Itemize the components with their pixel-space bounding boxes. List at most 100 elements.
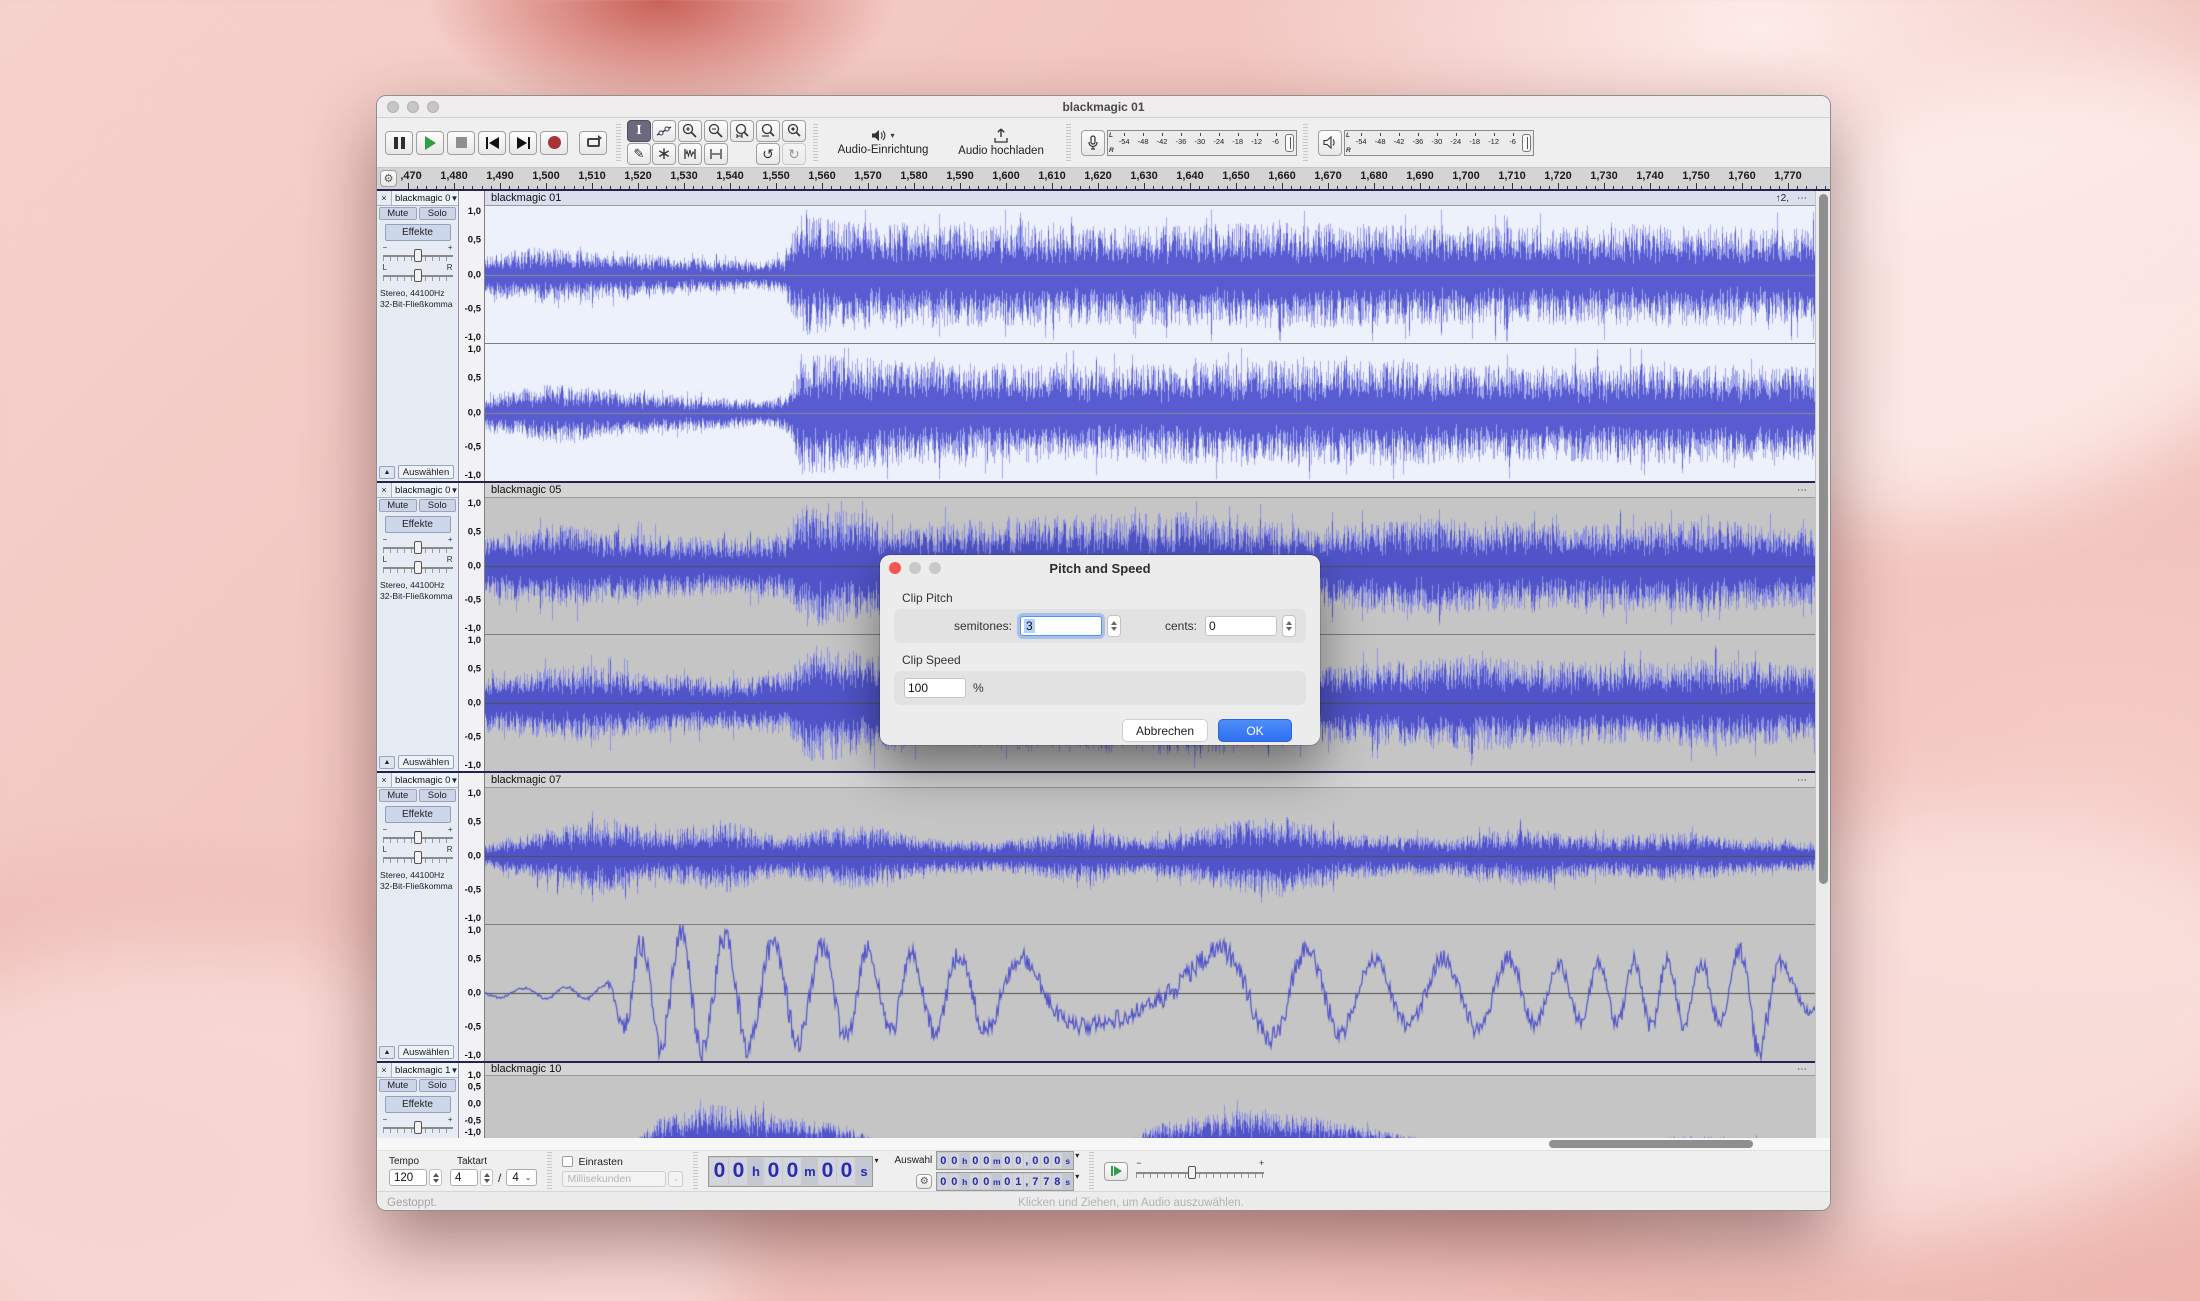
time-digit[interactable]: 0 xyxy=(818,1158,836,1185)
time-digit[interactable]: 0 xyxy=(764,1158,782,1185)
timeline-ruler[interactable]: ⚙ 1,4701,4801,4901,5001,5101,5201,5301,5… xyxy=(377,168,1830,191)
waveform-canvas[interactable] xyxy=(485,788,1815,924)
timeline-scale[interactable]: 1,4701,4801,4901,5001,5101,5201,5301,540… xyxy=(401,168,1830,189)
waveform-canvas[interactable] xyxy=(485,206,1815,343)
dialog-zoom-button[interactable] xyxy=(929,562,941,574)
track-close-button[interactable]: × xyxy=(377,483,392,498)
multi-tool-button[interactable]: ∗ xyxy=(652,143,676,165)
silence-audio-button[interactable] xyxy=(704,143,728,165)
envelope-tool-button[interactable] xyxy=(652,120,676,142)
time-digit[interactable]: 7 xyxy=(1041,1174,1051,1189)
speed-input[interactable]: 100 xyxy=(904,678,966,698)
pan-slider[interactable]: L R xyxy=(383,848,453,863)
time-digit[interactable]: 0 xyxy=(938,1153,948,1168)
audio-upload-button[interactable]: Audio hochladen xyxy=(942,121,1060,165)
tempo-input[interactable]: 120 xyxy=(389,1169,427,1186)
audio-position-display[interactable]: 00h00m00s xyxy=(708,1156,873,1187)
draw-tool-button[interactable]: ✎ xyxy=(627,143,651,165)
toolbar-gripper[interactable] xyxy=(616,124,621,162)
time-digit[interactable]: 0 xyxy=(729,1158,747,1185)
clip-header[interactable]: blackmagic 01 ↑2, ⋯ xyxy=(485,191,1815,206)
playback-speed-slider[interactable]: − + xyxy=(1136,1162,1264,1180)
snap-format-chevron[interactable]: ⌄ xyxy=(668,1171,683,1187)
mute-button[interactable]: Mute xyxy=(379,789,417,802)
selection-options-button[interactable]: ⚙ xyxy=(916,1174,932,1189)
solo-button[interactable]: Solo xyxy=(419,789,457,802)
pause-button[interactable] xyxy=(385,131,413,155)
timeline-options-button[interactable]: ⚙ xyxy=(380,170,397,187)
gain-slider[interactable]: − + xyxy=(383,538,453,553)
titlebar[interactable]: blackmagic 01 xyxy=(377,96,1830,118)
redo-button[interactable]: ↻ xyxy=(782,143,806,165)
mute-button[interactable]: Mute xyxy=(379,207,417,220)
track-name-dropdown[interactable]: blackmagic 0 ▼ xyxy=(392,191,458,206)
loop-button[interactable] xyxy=(579,131,607,155)
track-name-dropdown[interactable]: blackmagic 0 ▼ xyxy=(392,773,458,788)
play-button[interactable] xyxy=(416,131,444,155)
track-close-button[interactable]: × xyxy=(377,1063,392,1078)
horizontal-scrollbar-thumb[interactable] xyxy=(1549,1140,1753,1148)
selection-end-display[interactable]: 00h00m01,778s xyxy=(936,1172,1074,1191)
cents-input[interactable]: 0 xyxy=(1205,616,1277,636)
skip-end-button[interactable] xyxy=(509,131,537,155)
cancel-button[interactable]: Abbrechen xyxy=(1122,719,1208,742)
zoom-window-button[interactable] xyxy=(427,101,439,113)
solo-button[interactable]: Solo xyxy=(419,1079,457,1092)
snap-checkbox[interactable] xyxy=(562,1156,573,1167)
effects-button[interactable]: Effekte xyxy=(385,1096,451,1113)
collapse-track-button[interactable]: ▲ xyxy=(379,756,395,769)
gain-slider-thumb[interactable] xyxy=(414,541,422,554)
audio-setup-button[interactable]: ▾ Audio-Einrichtung xyxy=(824,121,942,165)
track-close-button[interactable]: × xyxy=(377,773,392,788)
effects-button[interactable]: Effekte xyxy=(385,806,451,823)
pan-slider-thumb[interactable] xyxy=(414,561,422,574)
time-digit[interactable]: 1 xyxy=(1013,1174,1023,1189)
time-digit[interactable]: 0 xyxy=(1002,1153,1012,1168)
semitones-stepper[interactable] xyxy=(1107,615,1121,637)
minimize-window-button[interactable] xyxy=(407,101,419,113)
time-digit[interactable]: 0 xyxy=(981,1153,991,1168)
time-digit[interactable]: 0 xyxy=(1052,1153,1062,1168)
time-digit[interactable]: 0 xyxy=(1030,1153,1040,1168)
selection-start-display[interactable]: 00h00m00,000s xyxy=(936,1151,1074,1170)
gain-slider-thumb[interactable] xyxy=(414,1121,422,1134)
track-close-button[interactable]: × xyxy=(377,191,392,206)
selection-tool-button[interactable]: I xyxy=(627,120,651,142)
time-digit[interactable]: 0 xyxy=(837,1158,855,1185)
clip-header[interactable]: blackmagic 05 ⋯ xyxy=(485,483,1815,498)
skip-start-button[interactable] xyxy=(478,131,506,155)
time-digit[interactable]: 0 xyxy=(938,1174,948,1189)
time-digit[interactable]: 0 xyxy=(1002,1174,1012,1189)
track-name-dropdown[interactable]: blackmagic 0 ▼ xyxy=(392,483,458,498)
speaker-icon[interactable] xyxy=(1318,130,1342,156)
gain-slider[interactable]: − + xyxy=(383,828,453,843)
select-track-button[interactable]: Auswählen xyxy=(398,1045,454,1059)
dialog-close-button[interactable] xyxy=(889,562,901,574)
stop-button[interactable] xyxy=(447,131,475,155)
select-track-button[interactable]: Auswählen xyxy=(398,465,454,479)
pan-slider[interactable]: L R xyxy=(383,266,453,281)
time-digit[interactable]: 0 xyxy=(1041,1153,1051,1168)
semitones-input[interactable]: 3 xyxy=(1020,616,1102,636)
vertical-scrollbar[interactable] xyxy=(1815,191,1830,1138)
select-track-button[interactable]: Auswählen xyxy=(398,755,454,769)
mute-button[interactable]: Mute xyxy=(379,499,417,512)
clip-menu-button[interactable]: ⋯ xyxy=(1797,775,1807,786)
gain-slider[interactable]: − + xyxy=(383,1118,453,1133)
playback-meter[interactable]: LR -54-48-42-36-30-24-18-12-6 xyxy=(1318,130,1534,156)
toolbar-gripper[interactable] xyxy=(547,1152,552,1190)
pan-slider-thumb[interactable] xyxy=(414,851,422,864)
gain-slider-thumb[interactable] xyxy=(414,831,422,844)
clip-header[interactable]: blackmagic 10 ⋯ xyxy=(485,1063,1815,1076)
time-digit[interactable]: 0 xyxy=(710,1158,728,1185)
collapse-track-button[interactable]: ▲ xyxy=(379,1046,395,1059)
time-digit[interactable]: 0 xyxy=(970,1174,980,1189)
undo-button[interactable]: ↺ xyxy=(756,143,780,165)
play-at-speed-button[interactable] xyxy=(1104,1162,1128,1181)
solo-button[interactable]: Solo xyxy=(419,499,457,512)
waveform-canvas[interactable] xyxy=(485,925,1815,1061)
zoom-fit-button[interactable] xyxy=(756,120,780,142)
time-digit[interactable]: , xyxy=(1024,1174,1029,1189)
mute-button[interactable]: Mute xyxy=(379,1079,417,1092)
time-digit[interactable]: 0 xyxy=(949,1153,959,1168)
